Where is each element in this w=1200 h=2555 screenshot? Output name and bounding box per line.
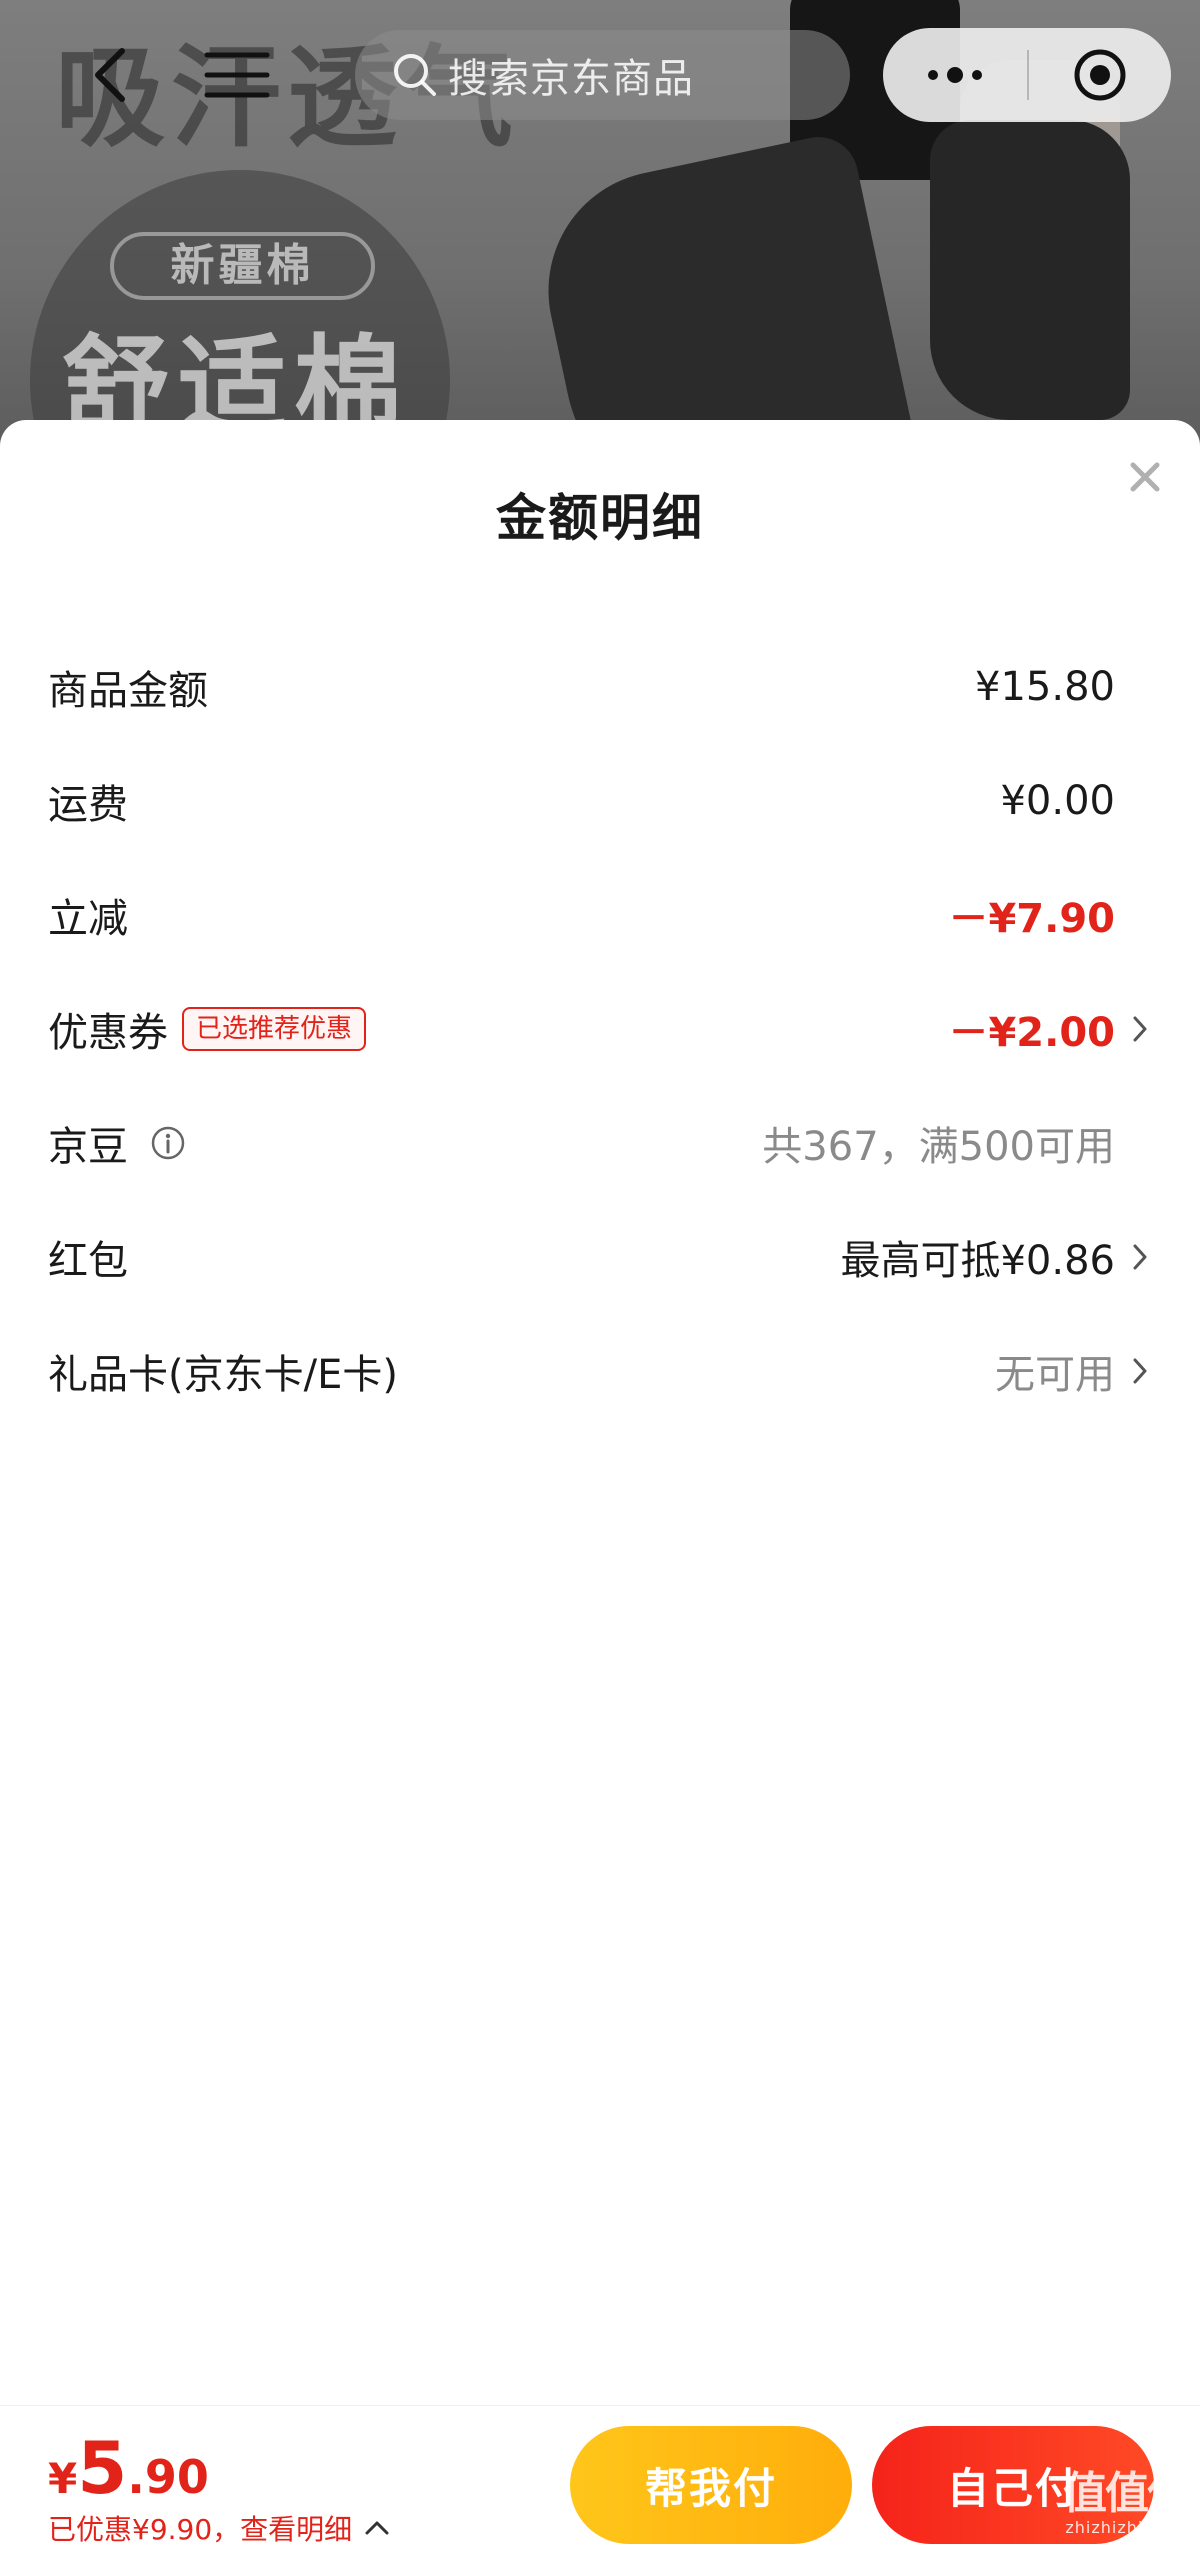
- row-label: 京豆: [48, 1124, 128, 1170]
- row-value: ¥15.80: [975, 664, 1115, 710]
- chevron-up-icon: [365, 2521, 389, 2535]
- row-value: ¥0.00: [1000, 778, 1115, 824]
- row-label: 运费: [48, 782, 128, 828]
- row-label-group: 优惠券 已选推荐优惠: [48, 1000, 367, 1058]
- row-shipping: 运费 ¥0.00: [0, 744, 1200, 858]
- row-value: 共367，满500可用: [762, 1124, 1115, 1170]
- row-instant-discount: 立减 －¥7.90: [0, 858, 1200, 972]
- row-label: 商品金额: [48, 668, 208, 714]
- hamburger-menu-icon: [204, 52, 270, 98]
- row-red-packet[interactable]: 红包 最高可抵¥0.86: [0, 1200, 1200, 1314]
- close-mini-program-button[interactable]: [1029, 28, 1171, 122]
- more-dots-icon: [928, 67, 982, 83]
- top-navigation: 搜索京东商品: [0, 0, 1200, 160]
- price-currency-symbol: ¥: [48, 2454, 78, 2503]
- row-value: －¥7.90: [948, 896, 1115, 942]
- more-options-button[interactable]: [883, 28, 1027, 122]
- payment-footer: ¥5.90 已优惠¥9.90，查看明细 帮我付 自己付: [0, 2405, 1200, 2555]
- site-watermark: 值值值 zhizhizhi.com: [1052, 2470, 1200, 2555]
- banner-sock-right: [930, 120, 1130, 420]
- view-details-link[interactable]: 已优惠¥9.90，查看明细: [48, 2508, 390, 2548]
- page: 吸汗透气 新疆棉 舒适棉 搜索京东商品 金额明细 商品金额 ¥15.80 运费 …: [0, 0, 1200, 2555]
- saving-text: 已优惠¥9.90，查看明细: [48, 2513, 353, 2546]
- mini-program-capsule: [883, 28, 1171, 122]
- back-button[interactable]: [75, 40, 145, 110]
- price-decimal: .90: [127, 2450, 209, 2504]
- back-arrow-icon: [95, 48, 125, 102]
- row-coupon[interactable]: 优惠券 已选推荐优惠 －¥2.00: [0, 972, 1200, 1086]
- row-product-amount: 商品金额 ¥15.80: [0, 630, 1200, 744]
- search-icon: [394, 54, 436, 96]
- help-me-pay-button[interactable]: 帮我付: [570, 2426, 852, 2544]
- row-label: 立减: [48, 896, 128, 942]
- search-placeholder: 搜索京东商品: [448, 56, 694, 102]
- recommended-coupon-badge: 已选推荐优惠: [182, 1007, 367, 1051]
- target-circle-icon: [1074, 49, 1126, 101]
- row-gift-card[interactable]: 礼品卡(京东卡/E卡) 无可用: [0, 1314, 1200, 1428]
- sheet-title: 金额明细: [496, 489, 704, 547]
- row-value: 无可用: [995, 1352, 1115, 1398]
- price-integer: 5: [77, 2426, 128, 2510]
- amount-detail-sheet: 金额明细 商品金额 ¥15.80 运费 ¥0.00 立减 －¥7.90 优惠券 …: [0, 420, 1200, 2555]
- chevron-right-icon: [1128, 1009, 1152, 1049]
- chevron-right-icon: [1128, 1237, 1152, 1277]
- watermark-logo: 值值值: [1063, 2468, 1191, 2519]
- row-label: 红包: [48, 1238, 128, 1284]
- watermark-text: zhizhizhi.com: [1065, 2518, 1187, 2537]
- row-value: －¥2.00: [948, 1010, 1115, 1056]
- chevron-right-icon: [1128, 1351, 1152, 1391]
- menu-button[interactable]: [202, 40, 272, 110]
- row-label: 优惠券: [48, 1010, 168, 1056]
- row-value: 最高可抵¥0.86: [840, 1238, 1115, 1284]
- total-price: ¥5.90: [48, 2426, 209, 2510]
- row-label-group: 京豆: [48, 1114, 186, 1172]
- row-label: 礼品卡(京东卡/E卡): [48, 1352, 398, 1398]
- search-input[interactable]: 搜索京东商品: [355, 30, 850, 120]
- info-icon[interactable]: [150, 1125, 186, 1161]
- banner-circle-tag: 新疆棉: [110, 232, 375, 300]
- row-jingdou: 京豆 共367，满500可用: [0, 1086, 1200, 1200]
